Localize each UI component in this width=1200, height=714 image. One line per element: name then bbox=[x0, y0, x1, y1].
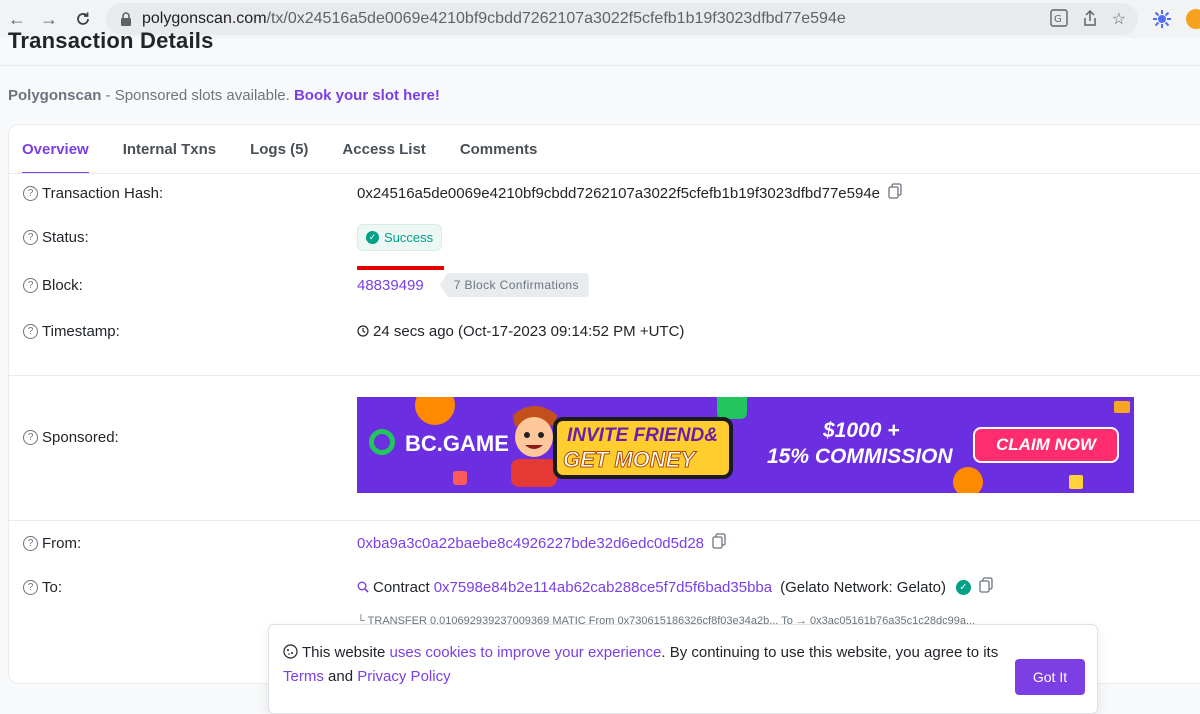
status-badge: ✓ Success bbox=[357, 223, 443, 251]
status-label: Status: bbox=[42, 228, 89, 246]
ad-brand: BC.GAME bbox=[405, 431, 509, 456]
transaction-hash-value: 0x24516a5de0069e4210bf9cbdd7262107a3022f… bbox=[357, 184, 881, 202]
dogecoin-coin-decoration bbox=[953, 467, 983, 493]
url-path: /tx/0x24516a5de0069e4210bf9cbdd7262107a3… bbox=[266, 10, 846, 27]
ad-line-1: INVITE FRIEND& bbox=[567, 425, 718, 446]
tab-access-list[interactable]: Access List bbox=[342, 125, 425, 173]
profile-icon[interactable] bbox=[1186, 9, 1200, 29]
block-number-link[interactable]: 48839499 bbox=[357, 277, 424, 294]
hash-label: Transaction Hash: bbox=[42, 184, 164, 202]
book-slot-link[interactable]: Book your slot here! bbox=[294, 87, 440, 104]
sponsored-ad-banner[interactable]: BC.GAME INVITE FRIEND& GET MONEY $1000 +… bbox=[357, 397, 1134, 493]
from-label: From: bbox=[42, 534, 82, 552]
sponsor-notice: Polygonscan - Sponsored slots available.… bbox=[8, 87, 440, 104]
to-contract-link[interactable]: 0x7598e84b2e114ab62cab288ce5f7d5f6bad35b… bbox=[434, 579, 772, 596]
help-icon[interactable]: ? bbox=[23, 579, 38, 595]
privacy-policy-link[interactable]: Privacy Policy bbox=[357, 668, 450, 685]
tab-overview[interactable]: Overview bbox=[22, 125, 89, 174]
verified-check-icon: ✓ bbox=[956, 579, 971, 595]
clock-icon bbox=[357, 325, 369, 337]
ad-bonus-2: 15% COMMISSION bbox=[767, 445, 953, 468]
address-bar[interactable]: polygonscan.com/tx/0x24516a5de0069e4210b… bbox=[106, 3, 1138, 35]
terms-link[interactable]: Terms bbox=[283, 668, 324, 685]
section-divider bbox=[9, 375, 1200, 376]
copy-icon[interactable] bbox=[979, 577, 993, 597]
lock-icon bbox=[120, 12, 132, 26]
cookie-policy-link[interactable]: uses cookies to improve your experience bbox=[390, 644, 662, 661]
help-icon[interactable]: ? bbox=[23, 429, 38, 445]
copy-icon[interactable] bbox=[712, 533, 726, 553]
bookmark-star-icon[interactable]: ☆ bbox=[1112, 9, 1126, 32]
to-contract-name: (Gelato Network: Gelato) bbox=[780, 578, 946, 596]
block-label: Block: bbox=[42, 276, 83, 294]
bitcoin-coin-decoration bbox=[415, 397, 455, 425]
back-icon[interactable]: ← bbox=[6, 8, 28, 30]
arrow-decoration bbox=[1069, 475, 1083, 489]
gem-decoration bbox=[453, 471, 467, 485]
sponsored-label: Sponsored: bbox=[42, 428, 119, 446]
help-icon[interactable]: ? bbox=[23, 535, 38, 551]
help-icon[interactable]: ? bbox=[23, 185, 38, 201]
tab-comments[interactable]: Comments bbox=[460, 125, 538, 173]
share-icon[interactable] bbox=[1082, 9, 1098, 32]
to-label: To: bbox=[42, 578, 63, 596]
page-title: Transaction Details bbox=[8, 28, 214, 53]
extension-icon[interactable] bbox=[1152, 9, 1172, 34]
to-prefix: Contract bbox=[373, 578, 430, 596]
got-it-button[interactable]: Got It bbox=[1015, 659, 1085, 695]
tab-logs[interactable]: Logs (5) bbox=[250, 125, 308, 173]
sponsor-text: - Sponsored slots available. bbox=[101, 87, 294, 104]
tabs-divider bbox=[9, 173, 1200, 174]
help-icon[interactable]: ? bbox=[23, 323, 38, 339]
timestamp-value: 24 secs ago (Oct-17-2023 09:14:52 PM +UT… bbox=[373, 322, 685, 340]
bc-game-logo-icon bbox=[369, 429, 395, 455]
section-divider bbox=[9, 520, 1200, 521]
cookie-text: This website uses cookies to improve you… bbox=[283, 641, 1003, 689]
reload-icon[interactable] bbox=[72, 8, 94, 30]
copy-icon[interactable] bbox=[888, 183, 902, 203]
timestamp-label: Timestamp: bbox=[42, 322, 120, 340]
cookie-text-pre: This website bbox=[302, 644, 390, 661]
cookie-text-mid: . By continuing to use this website, you… bbox=[661, 644, 999, 661]
cookie-icon bbox=[283, 644, 298, 659]
svg-text:G: G bbox=[1054, 14, 1062, 25]
confirmations-badge: 7 Block Confirmations bbox=[439, 273, 589, 297]
claim-now-button[interactable]: CLAIM NOW bbox=[973, 427, 1119, 463]
title-divider bbox=[0, 65, 1200, 66]
cash-decoration bbox=[717, 397, 747, 419]
cookie-consent-banner: This website uses cookies to improve you… bbox=[268, 624, 1098, 714]
ad-bonus-1: $1000 + bbox=[823, 419, 900, 442]
transaction-card: Overview Internal Txns Logs (5) Access L… bbox=[8, 124, 1200, 684]
red-underline-annotation bbox=[357, 266, 444, 270]
tab-internal-txns[interactable]: Internal Txns bbox=[123, 125, 216, 173]
page: Transaction Details Polygonscan - Sponso… bbox=[0, 28, 1200, 714]
from-address-link[interactable]: 0xba9a3c0a22baebe8c4926227bde32d6edc0d5d… bbox=[357, 535, 704, 552]
cookie-text-and: and bbox=[323, 668, 358, 685]
translate-icon[interactable]: G bbox=[1049, 9, 1068, 32]
forward-icon[interactable]: → bbox=[38, 8, 60, 30]
url-host: polygonscan.com bbox=[142, 10, 267, 27]
check-circle-icon: ✓ bbox=[366, 230, 379, 244]
tab-bar: Overview Internal Txns Logs (5) Access L… bbox=[9, 125, 1200, 174]
contract-search-icon bbox=[357, 581, 369, 593]
help-icon[interactable]: ? bbox=[23, 229, 38, 245]
status-value: Success bbox=[384, 229, 434, 245]
help-icon[interactable]: ? bbox=[23, 277, 38, 293]
ad-line-2: GET MONEY bbox=[562, 447, 696, 473]
sponsor-brand: Polygonscan bbox=[8, 87, 102, 104]
ad-choices-icon[interactable] bbox=[1114, 401, 1130, 413]
